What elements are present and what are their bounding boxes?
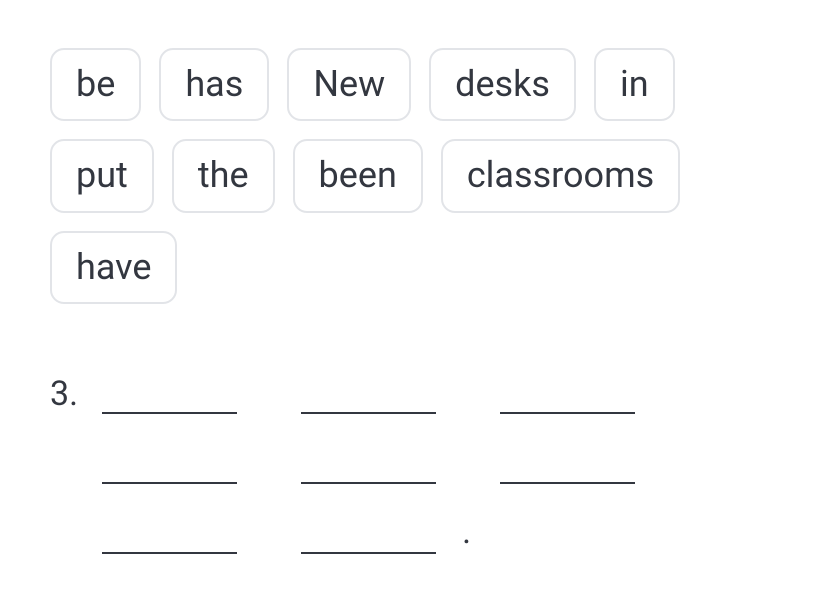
word-chip-the[interactable]: the: [172, 139, 275, 212]
word-chip-have[interactable]: have: [50, 231, 177, 304]
word-chip-classrooms[interactable]: classrooms: [441, 139, 680, 212]
blank-slot-8[interactable]: [301, 512, 436, 554]
blank-slot-1[interactable]: [102, 372, 237, 414]
word-chip-desks[interactable]: desks: [429, 48, 576, 121]
word-chip-put[interactable]: put: [50, 139, 154, 212]
question-container: 3. .: [50, 372, 778, 558]
blank-slot-4[interactable]: [102, 442, 237, 484]
blank-slot-2[interactable]: [301, 372, 436, 414]
sentence-period: .: [462, 512, 471, 552]
blank-slot-6[interactable]: [500, 442, 635, 484]
blank-slot-5[interactable]: [301, 442, 436, 484]
blanks-row-3: .: [102, 512, 635, 558]
word-chip-be[interactable]: be: [50, 48, 141, 121]
blank-slot-7[interactable]: [102, 512, 237, 554]
blanks-row-2: [102, 442, 635, 484]
blanks-wrapper: .: [102, 372, 635, 558]
word-chip-has[interactable]: has: [159, 48, 269, 121]
blank-slot-3[interactable]: [500, 372, 635, 414]
blanks-row-1: [102, 372, 635, 414]
word-chip-new[interactable]: New: [287, 48, 411, 121]
word-chip-been[interactable]: been: [293, 139, 423, 212]
question-number: 3.: [50, 374, 78, 414]
word-chip-in[interactable]: in: [594, 48, 675, 121]
word-bank: be has New desks in put the been classro…: [50, 48, 778, 304]
